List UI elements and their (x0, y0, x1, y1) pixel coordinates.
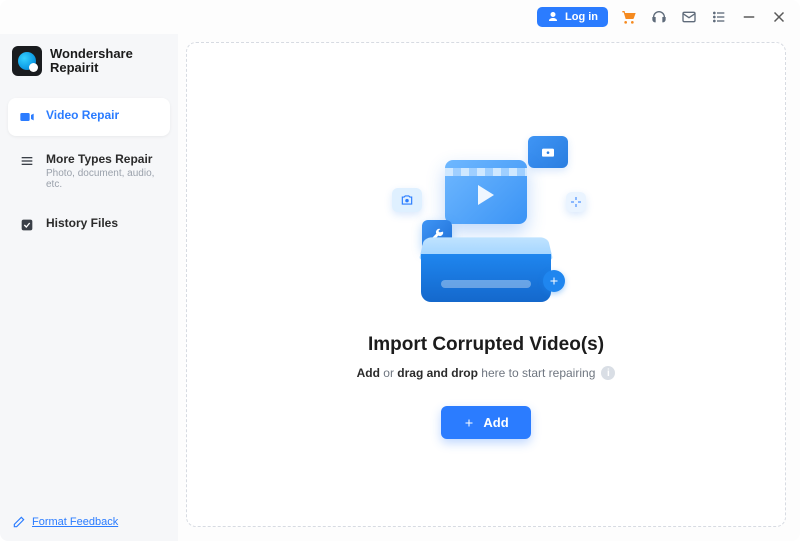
plus-badge-icon (543, 270, 565, 292)
edit-icon (12, 515, 26, 529)
brand: Wondershare Repairit (8, 40, 170, 92)
headset-icon[interactable] (650, 8, 668, 26)
add-button-label: Add (483, 415, 508, 430)
login-label: Log in (565, 11, 598, 23)
mail-icon[interactable] (680, 8, 698, 26)
minimize-button[interactable] (740, 8, 758, 26)
dropzone-subline: Add or drag and drop here to start repai… (357, 366, 616, 380)
content: Import Corrupted Video(s) Add or drag an… (178, 34, 800, 541)
add-button[interactable]: Add (441, 406, 530, 439)
sidebar-item-video-repair[interactable]: Video Repair (8, 98, 170, 136)
list-icon (18, 152, 36, 170)
plus-icon (463, 417, 475, 429)
info-icon[interactable]: i (601, 366, 615, 380)
sidebar-item-label: Video Repair (46, 108, 119, 122)
sub-suffix: here to start repairing (478, 366, 595, 380)
brand-line1: Wondershare (50, 46, 133, 61)
checkbox-icon (18, 216, 36, 234)
photo-chip-icon (392, 188, 422, 212)
app-window: Log in Wondershare Repairit (0, 0, 800, 541)
cart-icon[interactable] (620, 8, 638, 26)
sidebar: Wondershare Repairit Video Repair (0, 34, 178, 541)
format-feedback-link[interactable]: Format Feedback (8, 511, 170, 531)
body: Wondershare Repairit Video Repair (0, 34, 800, 541)
menu-list-icon[interactable] (710, 8, 728, 26)
format-feedback-label: Format Feedback (32, 516, 118, 528)
sidebar-item-label: More Types Repair (46, 152, 160, 166)
sidebar-nav: Video Repair More Types Repair Photo, do… (8, 98, 170, 244)
close-button[interactable] (770, 8, 788, 26)
sub-drag: drag and drop (397, 366, 478, 380)
user-icon (547, 11, 559, 23)
dropzone-heading: Import Corrupted Video(s) (368, 334, 604, 356)
dropzone-illustration (386, 130, 586, 310)
dropzone[interactable]: Import Corrupted Video(s) Add or drag an… (186, 42, 786, 527)
camera-chip-icon (528, 136, 568, 168)
video-camera-icon (18, 108, 36, 126)
sidebar-item-label: History Files (46, 216, 118, 230)
brand-line2: Repairit (50, 61, 133, 75)
sub-mid: or (380, 366, 397, 380)
sidebar-item-history-files[interactable]: History Files (8, 206, 170, 244)
box-icon (421, 230, 551, 302)
sidebar-item-more-types-repair[interactable]: More Types Repair Photo, document, audio… (8, 142, 170, 200)
brand-logo-icon (12, 46, 42, 76)
login-button[interactable]: Log in (537, 7, 608, 27)
titlebar: Log in (0, 0, 800, 34)
brand-text: Wondershare Repairit (50, 47, 133, 76)
sub-add: Add (357, 366, 380, 380)
video-card-icon (445, 160, 527, 224)
sparkle-chip-icon (566, 192, 586, 212)
sidebar-item-sublabel: Photo, document, audio, etc. (46, 168, 160, 190)
